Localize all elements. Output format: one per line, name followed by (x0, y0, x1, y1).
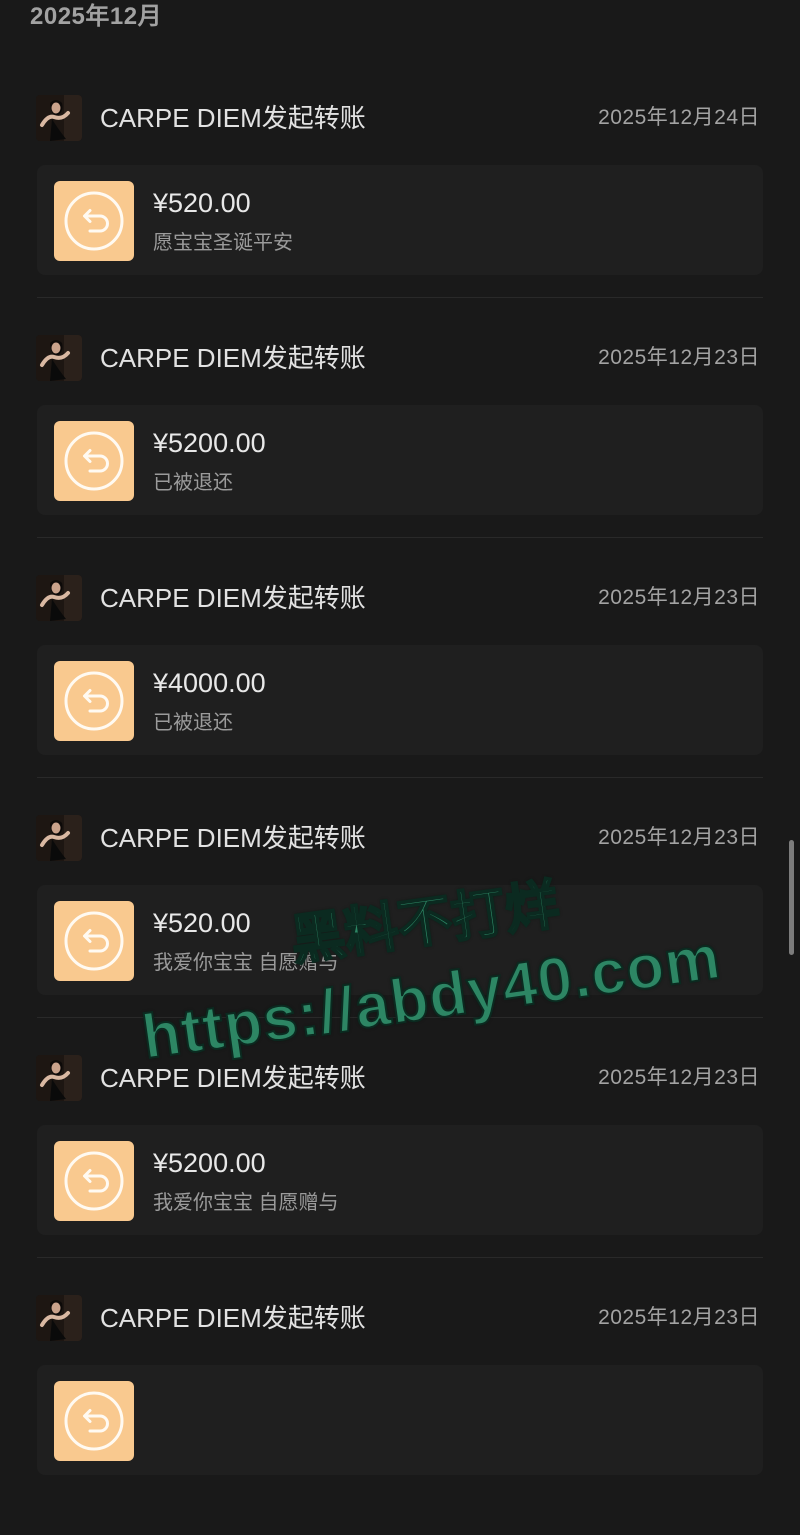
transfer-card[interactable]: ¥5200.00 我爱你宝宝 自愿赠与 (37, 1125, 763, 1235)
transfer-return-icon (54, 421, 134, 501)
transfer-note: 我爱你宝宝 自愿赠与 (153, 952, 339, 974)
divider (37, 537, 763, 538)
transfer-note: 愿宝宝圣诞平安 (153, 232, 293, 254)
transfer-card[interactable]: ¥5200.00 已被退还 (37, 405, 763, 515)
record-date: 2025年12月23日 (598, 826, 760, 849)
transfer-return-icon (54, 901, 134, 981)
record-date: 2025年12月23日 (598, 1306, 760, 1329)
transfer-amount: ¥520.00 (153, 908, 251, 938)
avatar[interactable] (36, 1055, 82, 1101)
avatar[interactable] (36, 575, 82, 621)
divider (37, 777, 763, 778)
transfer-amount: ¥4000.00 (153, 668, 266, 698)
record-title: CARPE DIEM发起转账 (100, 823, 366, 853)
record-title: CARPE DIEM发起转账 (100, 103, 366, 133)
transfer-note: 已被退还 (153, 472, 233, 494)
scrollbar[interactable] (789, 840, 794, 955)
avatar[interactable] (36, 1295, 82, 1341)
transfer-return-icon (54, 661, 134, 741)
transfer-amount: ¥5200.00 (153, 1148, 266, 1178)
transfer-card[interactable]: ¥520.00 愿宝宝圣诞平安 (37, 165, 763, 275)
divider (37, 1257, 763, 1258)
transfer-note: 我爱你宝宝 自愿赠与 (153, 1192, 339, 1214)
record-date: 2025年12月23日 (598, 586, 760, 609)
transfer-record[interactable]: CARPE DIEM发起转账 2025年12月23日 ¥4000.00 已被退还 (0, 575, 800, 815)
transfer-card[interactable]: ¥4000.00 已被退还 (37, 645, 763, 755)
transfer-amount: ¥520.00 (153, 188, 251, 218)
record-title: CARPE DIEM发起转账 (100, 1063, 366, 1093)
avatar[interactable] (36, 815, 82, 861)
avatar[interactable] (36, 95, 82, 141)
record-date: 2025年12月23日 (598, 346, 760, 369)
transfer-record[interactable]: CARPE DIEM发起转账 2025年12月23日 (0, 1295, 800, 1535)
transfer-card[interactable] (37, 1365, 763, 1475)
transfer-amount: ¥5200.00 (153, 428, 266, 458)
transfer-return-icon (54, 1141, 134, 1221)
divider (37, 1017, 763, 1018)
month-header: 2025年12月 (30, 3, 163, 30)
transfer-record[interactable]: CARPE DIEM发起转账 2025年12月23日 ¥520.00 我爱你宝宝… (0, 815, 800, 1055)
transfer-record[interactable]: CARPE DIEM发起转账 2025年12月23日 ¥5200.00 我爱你宝… (0, 1055, 800, 1295)
divider (37, 297, 763, 298)
transfer-record[interactable]: CARPE DIEM发起转账 2025年12月24日 ¥520.00 愿宝宝圣诞… (0, 95, 800, 335)
transfer-card[interactable]: ¥520.00 我爱你宝宝 自愿赠与 (37, 885, 763, 995)
record-date: 2025年12月24日 (598, 106, 760, 129)
record-title: CARPE DIEM发起转账 (100, 343, 366, 373)
transfer-record[interactable]: CARPE DIEM发起转账 2025年12月23日 ¥5200.00 已被退还 (0, 335, 800, 575)
avatar[interactable] (36, 335, 82, 381)
record-date: 2025年12月23日 (598, 1066, 760, 1089)
record-title: CARPE DIEM发起转账 (100, 1303, 366, 1333)
transfer-note: 已被退还 (153, 712, 233, 734)
transfer-return-icon (54, 181, 134, 261)
transfer-return-icon (54, 1381, 134, 1461)
record-title: CARPE DIEM发起转账 (100, 583, 366, 613)
